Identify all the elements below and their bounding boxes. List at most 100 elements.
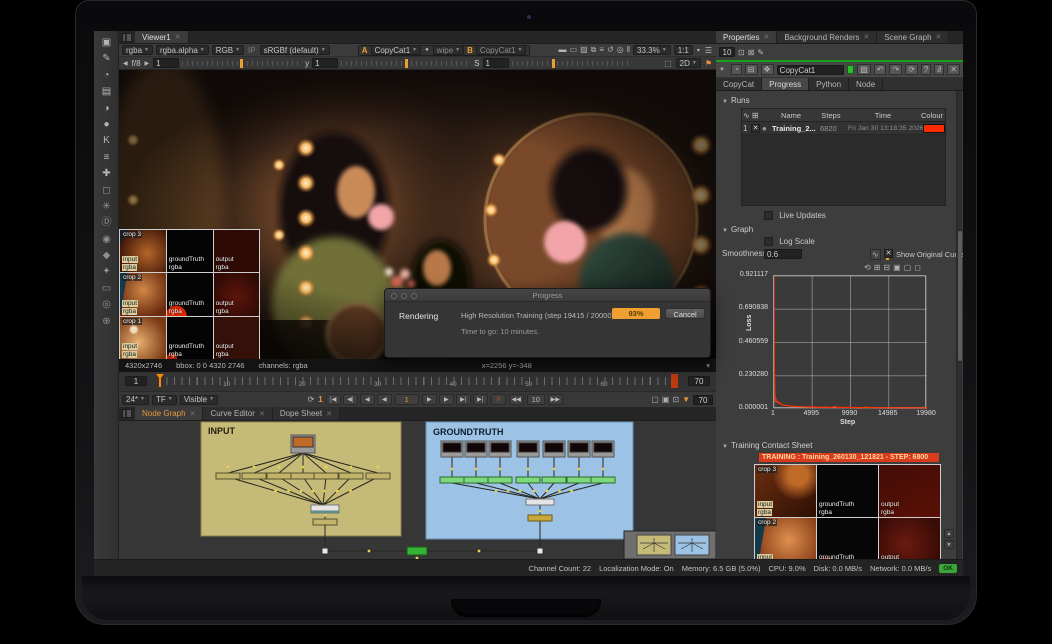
nodegraph-minimap[interactable] (624, 531, 716, 559)
transform-menu-icon[interactable]: ✚ (94, 166, 119, 182)
col-name[interactable]: Name (766, 111, 816, 120)
visibility-dropdown[interactable]: Visible▼ (180, 395, 218, 405)
channel-set-dropdown[interactable]: rgba▼ (122, 45, 153, 55)
node-tab-progress[interactable]: Progress (762, 78, 809, 90)
channel-menu-icon[interactable]: ▤ (94, 84, 119, 100)
dialog-titlebar[interactable]: Progress (385, 289, 710, 302)
runs-table-row[interactable]: 1✕●Training_2...6820Fri Jan 30 13:18:35 … (742, 122, 945, 135)
metadata-menu-icon[interactable]: ◆ (94, 248, 119, 264)
contact-sheet-section-header[interactable]: ▼Training Contact Sheet (722, 441, 812, 450)
range-end-marker[interactable] (671, 374, 678, 388)
scroll-up-button[interactable]: ▲ (944, 529, 954, 538)
run-enabled-checkbox[interactable]: ✕ (751, 124, 760, 133)
log-scale-checkbox[interactable] (764, 237, 773, 246)
tab-viewer1[interactable]: Viewer1 ✕ (135, 31, 189, 43)
fit-all-icon[interactable]: ◻ (914, 263, 921, 272)
tab-scene-graph[interactable]: Scene Graph✕ (877, 31, 949, 43)
view-mode-dropdown[interactable]: 2D▼ (676, 58, 701, 68)
tab-dope-sheet[interactable]: Dope Sheet✕ (273, 407, 340, 420)
panel-scrollbar[interactable] (956, 91, 962, 559)
merge-menu-icon[interactable]: ≡ (94, 150, 119, 166)
lock-range-icon[interactable]: ⊡ (672, 395, 679, 404)
zoom-in-icon[interactable]: ⊞ (874, 263, 881, 272)
time-menu-icon[interactable]: ◔ (94, 68, 119, 84)
close-traffic-icon[interactable] (391, 293, 397, 299)
node-tab-copycat[interactable]: CopyCat (716, 78, 762, 90)
panel-menu-icon[interactable]: ☰ (704, 46, 713, 55)
panel-stack-size-field[interactable]: 10 (719, 47, 735, 57)
tab-properties[interactable]: Properties✕ (716, 31, 777, 43)
frame-icon[interactable]: ▭ (570, 45, 578, 55)
close-icon[interactable]: ✕ (259, 410, 265, 418)
edit-icon[interactable]: ✎ (757, 48, 764, 57)
col-colour[interactable]: Colour (920, 111, 944, 120)
revert-icon[interactable]: ⟳ (905, 64, 918, 75)
transport-button[interactable]: ▶ (422, 394, 437, 405)
node-tab-python[interactable]: Python (809, 78, 849, 90)
pause-icon[interactable]: ‖ (627, 45, 630, 55)
channels-icon[interactable]: ▨ (857, 64, 871, 75)
close-icon[interactable]: ✕ (936, 33, 942, 41)
colorspace-dropdown[interactable]: sRGBf (default)▼ (260, 45, 330, 55)
lines-icon[interactable]: ≡ (599, 45, 604, 55)
gain-region-icon[interactable]: ▬ (559, 45, 567, 55)
frame-range-icon[interactable]: ▣ (662, 395, 670, 404)
gain-slider[interactable] (182, 61, 302, 66)
image-menu-icon[interactable]: ▣ (94, 35, 119, 51)
color-menu-icon[interactable]: ◑ (94, 101, 119, 117)
pane-icon[interactable] (122, 33, 132, 42)
transport-button[interactable]: ◀ (377, 394, 392, 405)
timeline-start-field[interactable]: 1 (125, 376, 147, 386)
gain-field[interactable]: 1 (153, 58, 179, 68)
timeline-end-field[interactable]: 70 (688, 376, 710, 386)
tab-curve-editor[interactable]: Curve Editor✕ (203, 407, 272, 420)
col-time[interactable]: Time (846, 111, 920, 120)
close-icon[interactable]: ✕ (326, 410, 332, 418)
smoothness-field[interactable]: 0.6 (764, 249, 802, 259)
transport-button[interactable]: ◀ (360, 394, 375, 405)
alpha-channel-dropdown[interactable]: rgba.alpha▼ (156, 45, 209, 55)
marker-flag-icon[interactable]: ▼ (682, 395, 690, 404)
other-menu-icon[interactable]: ▭ (94, 281, 119, 297)
gain-next-icon[interactable]: ▶ (144, 60, 151, 67)
zoom-dropdown[interactable]: 33.3%▼ (633, 45, 671, 55)
toolsets-menu-icon[interactable]: ✦ (94, 264, 119, 280)
runs-header-icons[interactable]: ∿ ⊞ (742, 111, 766, 120)
plugins-menu-icon[interactable]: ⊕ (94, 314, 119, 330)
saturation-slider[interactable] (512, 61, 632, 66)
zero-frame-button[interactable]: 0 (491, 394, 506, 405)
gamma-field[interactable]: 1 (312, 58, 338, 68)
skip-forward-button[interactable]: ▶▶ (548, 394, 563, 405)
transport-button[interactable]: ◀| (343, 394, 358, 405)
copycat-paw-icon[interactable]: ❖ (761, 64, 774, 75)
close-icon[interactable]: ✕ (190, 410, 196, 418)
pane-icon[interactable] (122, 409, 132, 418)
deep-menu-icon[interactable]: Ⓓ (94, 215, 119, 231)
fit-y-icon[interactable]: ▢ (904, 263, 912, 272)
wipe-center-icon[interactable]: ● (424, 47, 430, 53)
keyer-menu-icon[interactable]: K (94, 133, 119, 149)
chevron-down-icon[interactable]: ▾ (706, 361, 710, 370)
run-radio[interactable]: ● (761, 124, 771, 133)
display-mode-dropdown[interactable]: RGB▼ (212, 45, 244, 55)
reset-zoom-icon[interactable]: ⟲ (864, 263, 871, 272)
redo-icon[interactable]: ↷ (889, 64, 902, 75)
views-menu-icon[interactable]: ◉ (94, 232, 119, 248)
frame-step-field[interactable]: 10 (527, 394, 545, 405)
particles-menu-icon[interactable]: ✳ (94, 199, 119, 215)
3d-menu-icon[interactable]: ◻ (94, 183, 119, 199)
col-steps[interactable]: Steps (816, 111, 846, 120)
zoom-out-icon[interactable]: ⊟ (883, 263, 890, 272)
run-colour-swatch[interactable] (923, 124, 945, 133)
tab-background-renders[interactable]: Background Renders✕ (777, 31, 877, 43)
transport-button[interactable]: |◀ (326, 394, 341, 405)
roi-icon[interactable]: ◎ (617, 45, 624, 55)
flag-icon[interactable]: ⚑ (704, 59, 713, 68)
gain-prev-icon[interactable]: ◀ (122, 60, 129, 67)
current-frame-field[interactable]: 1 (395, 394, 419, 405)
collapse-node-icon[interactable]: ▼ (719, 67, 725, 73)
node-graph[interactable]: INPUT GROUNDTRUTH (119, 421, 716, 559)
lock-panels-icon[interactable]: ⊡ (738, 48, 745, 57)
runs-section-header[interactable]: ▼Runs (722, 96, 750, 105)
transport-button[interactable]: ▶ (439, 394, 454, 405)
